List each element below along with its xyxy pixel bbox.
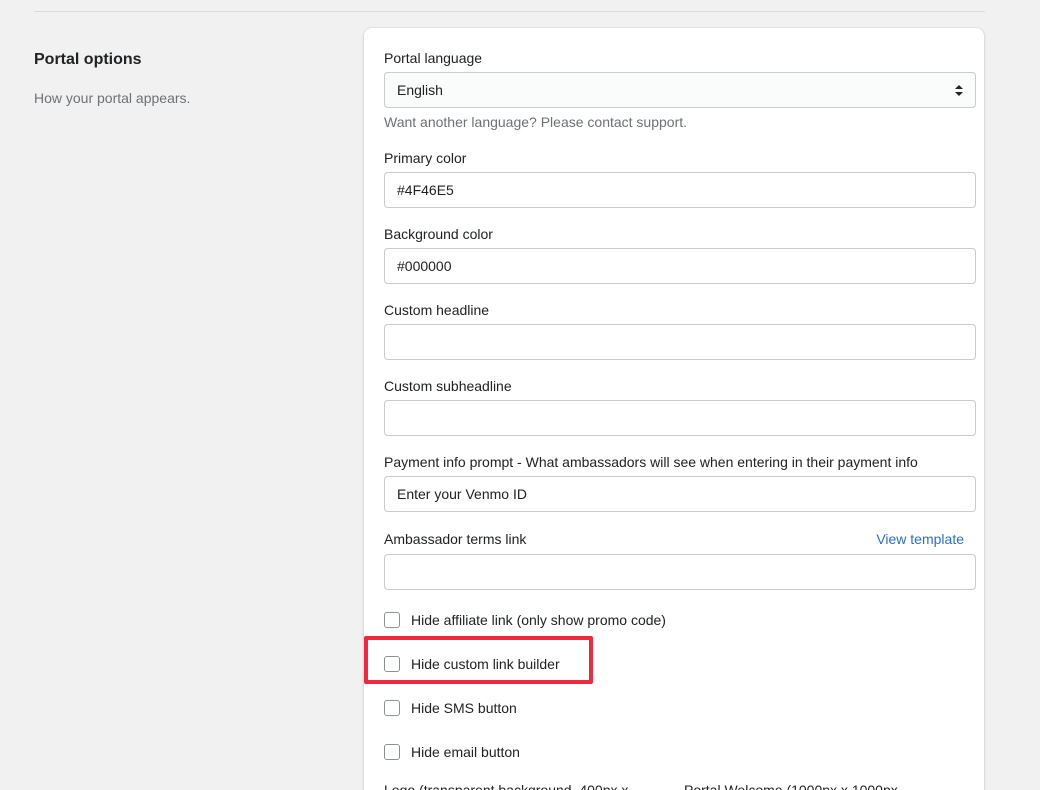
hide-email-button-option[interactable]: Hide email button bbox=[384, 742, 520, 762]
primary-color-input[interactable] bbox=[397, 173, 957, 207]
portal-options-card: Portal language English Want another lan… bbox=[364, 28, 984, 790]
payment-prompt-input[interactable] bbox=[397, 477, 957, 511]
checkbox-label: Hide email button bbox=[411, 744, 520, 760]
custom-headline-label: Custom headline bbox=[384, 302, 490, 318]
custom-headline-field[interactable] bbox=[384, 324, 976, 360]
select-arrows-icon bbox=[955, 85, 963, 96]
section-title: Portal options bbox=[34, 51, 142, 68]
section-description: How your portal appears. bbox=[34, 90, 191, 106]
custom-subheadline-input[interactable] bbox=[397, 401, 957, 435]
primary-color-field[interactable] bbox=[384, 172, 976, 208]
custom-subheadline-label: Custom subheadline bbox=[384, 378, 512, 394]
terms-link-input[interactable] bbox=[397, 555, 957, 589]
portal-language-label: Portal language bbox=[384, 50, 483, 66]
hide-email-button-checkbox[interactable] bbox=[384, 744, 400, 760]
view-template-link[interactable]: View template bbox=[876, 529, 964, 549]
terms-link-label: Ambassador terms link bbox=[384, 531, 527, 547]
portal-welcome-upload-label: Portal Welcome (1000px x 1000px bbox=[684, 782, 898, 790]
terms-link-field[interactable] bbox=[384, 554, 976, 590]
background-color-label: Background color bbox=[384, 226, 493, 242]
hide-sms-button-option[interactable]: Hide SMS button bbox=[384, 698, 517, 718]
checkbox-label: Hide affiliate link (only show promo cod… bbox=[411, 612, 666, 628]
hide-custom-link-builder-option[interactable]: Hide custom link builder bbox=[384, 654, 560, 674]
portal-language-select[interactable]: English bbox=[384, 72, 976, 108]
payment-prompt-label: Payment info prompt - What ambassadors w… bbox=[384, 454, 918, 470]
background-color-input[interactable] bbox=[397, 249, 957, 283]
settings-page: Portal options How your portal appears. … bbox=[0, 0, 1040, 790]
custom-headline-input[interactable] bbox=[397, 325, 957, 359]
background-color-field[interactable] bbox=[384, 248, 976, 284]
hide-custom-link-builder-checkbox[interactable] bbox=[384, 656, 400, 672]
checkbox-label: Hide custom link builder bbox=[411, 656, 560, 672]
hide-affiliate-link-checkbox[interactable] bbox=[384, 612, 400, 628]
section-info: Portal options How your portal appears. bbox=[34, 49, 334, 108]
portal-language-value: English bbox=[397, 82, 443, 98]
checkbox-label: Hide SMS button bbox=[411, 700, 517, 716]
hide-sms-button-checkbox[interactable] bbox=[384, 700, 400, 716]
divider bbox=[34, 11, 985, 12]
hide-affiliate-link-option[interactable]: Hide affiliate link (only show promo cod… bbox=[384, 610, 666, 630]
payment-prompt-field[interactable] bbox=[384, 476, 976, 512]
primary-color-label: Primary color bbox=[384, 150, 467, 166]
portal-language-help: Want another language? Please contact su… bbox=[384, 114, 688, 130]
custom-subheadline-field[interactable] bbox=[384, 400, 976, 436]
logo-upload-label: Logo (transparent background, 400px x bbox=[384, 782, 629, 790]
